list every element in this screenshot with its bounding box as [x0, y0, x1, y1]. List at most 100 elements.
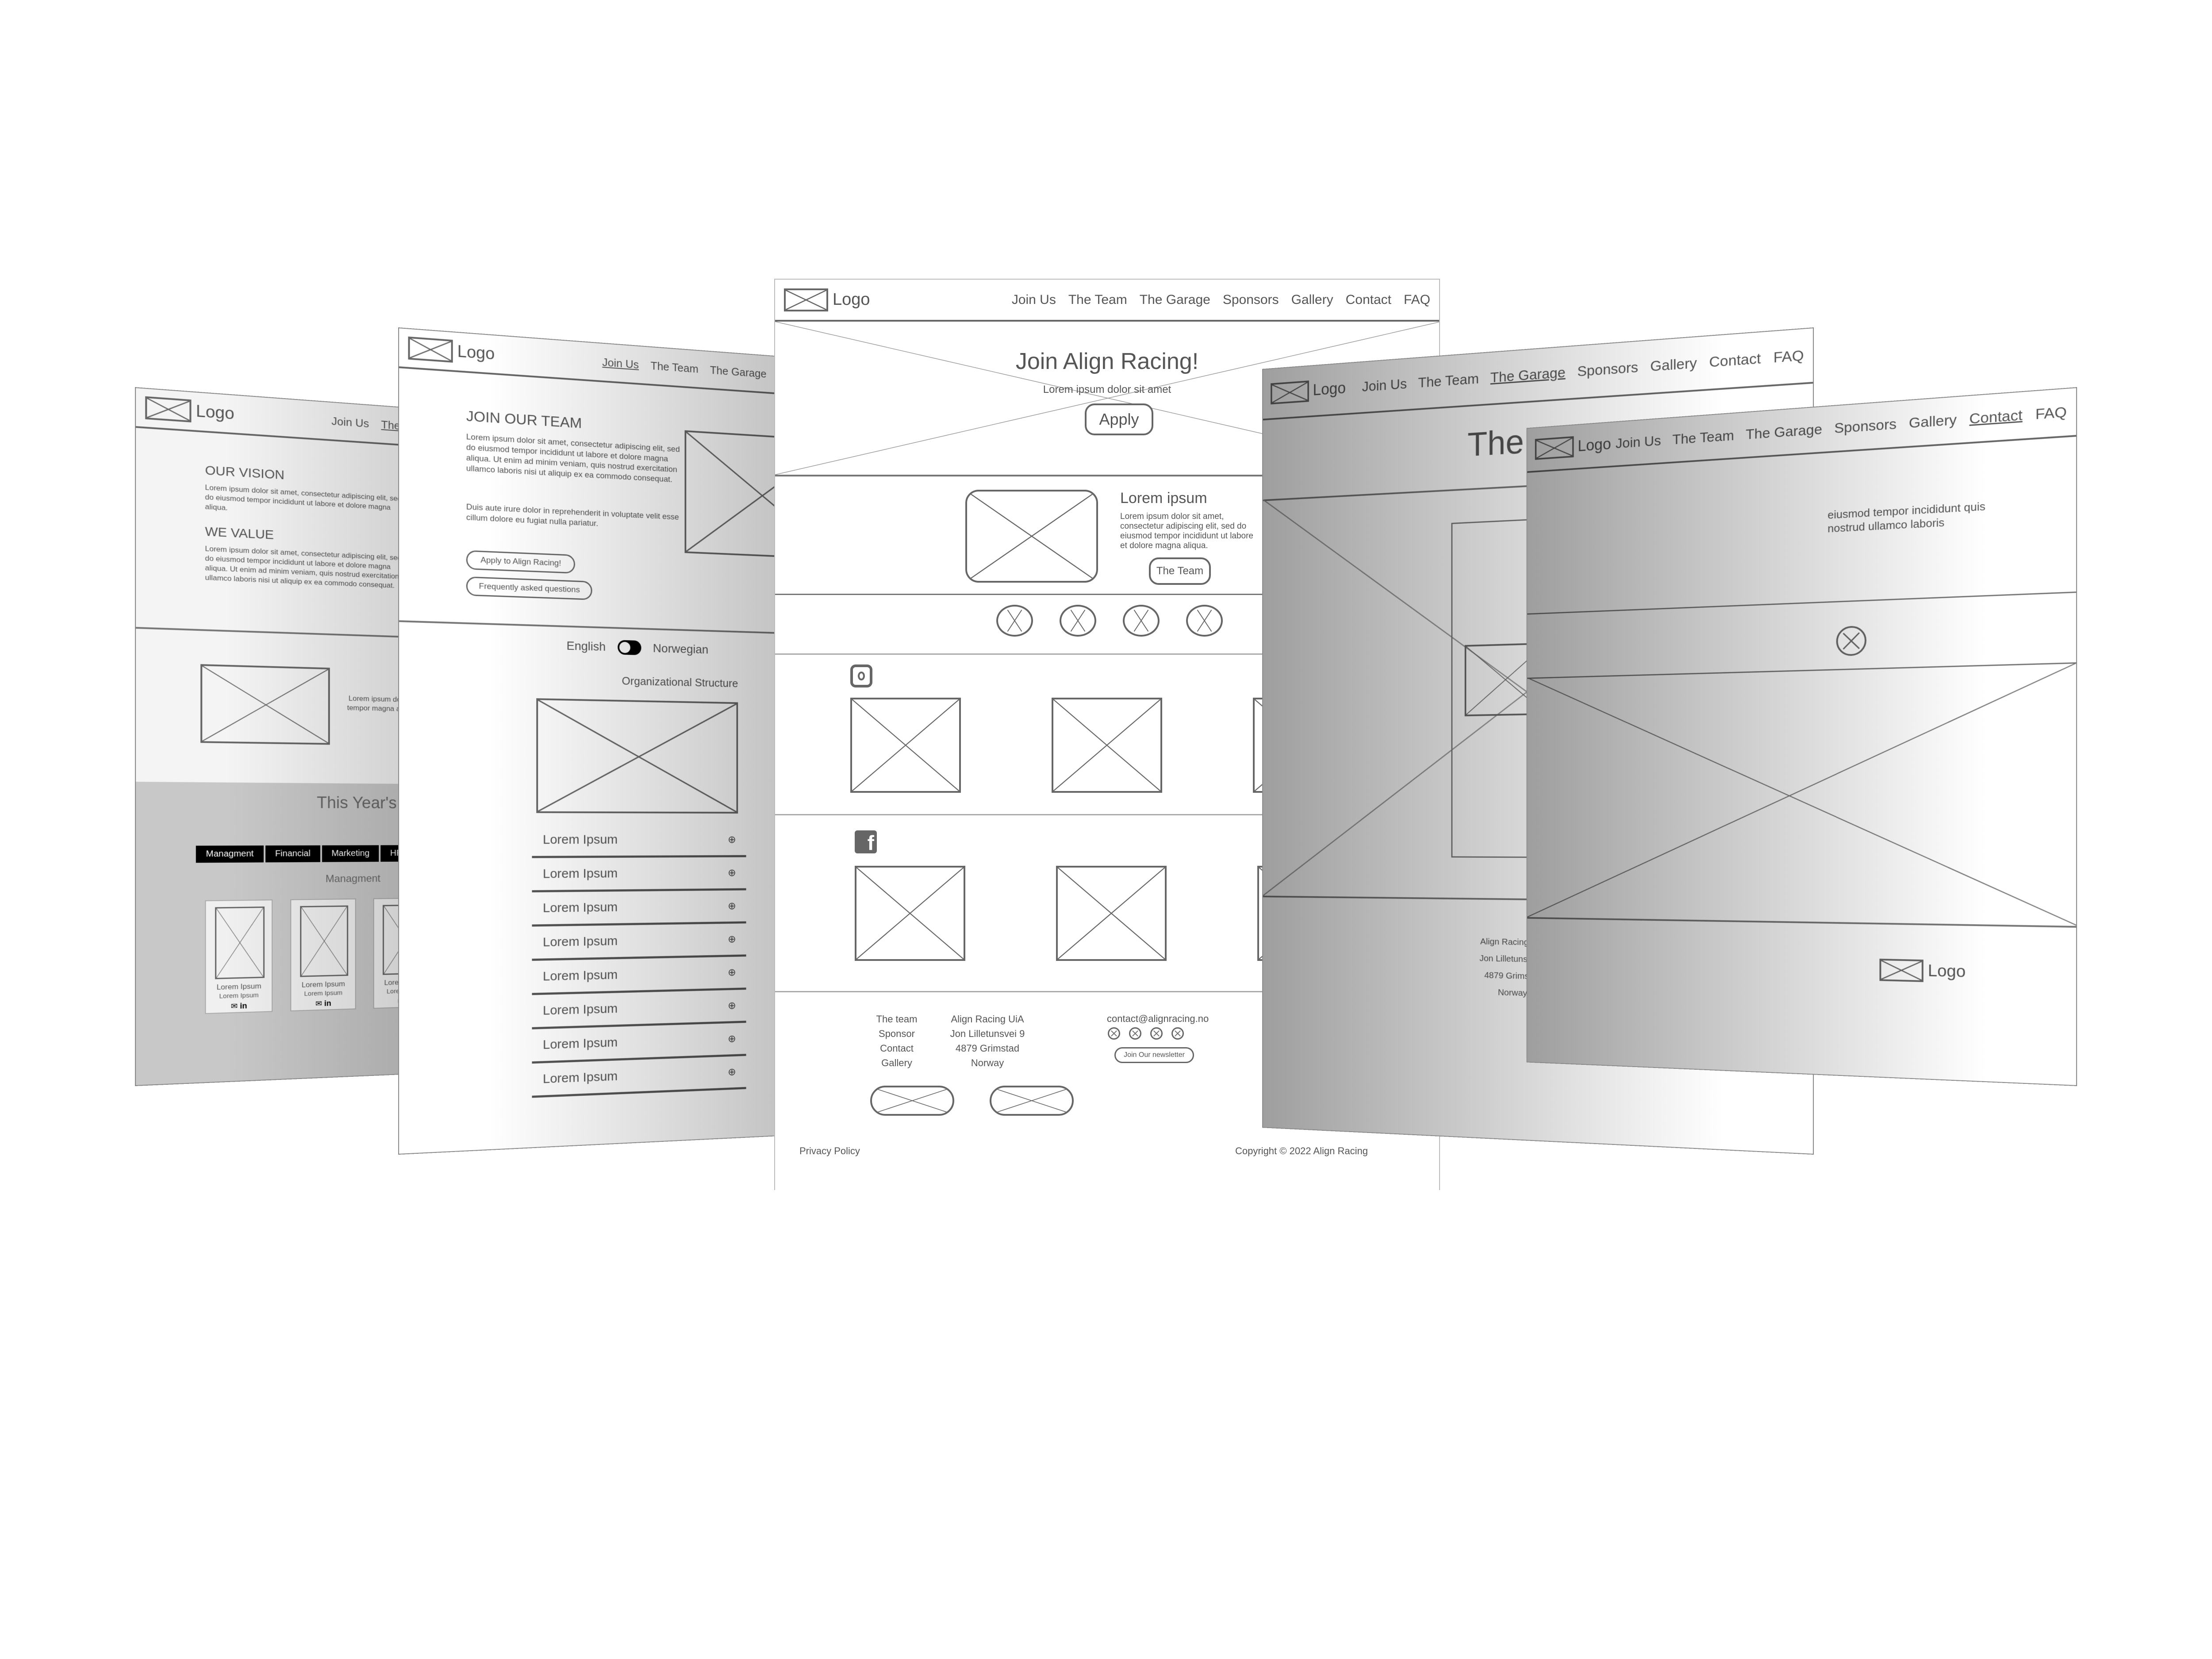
footer-email[interactable]: contact@alignracing.no	[1107, 1013, 1209, 1025]
accordion-item-label: Lorem Ipsum	[542, 1069, 618, 1087]
privacy-policy-link[interactable]: Privacy Policy	[799, 1145, 860, 1157]
nav-the-team[interactable]: The Team	[651, 359, 699, 376]
team-tabs: Managment Financial Marketing HR	[196, 845, 412, 863]
nav-join-us[interactable]: Join Us	[1362, 376, 1407, 396]
nav-gallery[interactable]: Gallery	[1291, 292, 1333, 307]
instagram-post-placeholder[interactable]	[1052, 698, 1162, 793]
panel-contact: Logo Join Us The Team The Garage Sponsors Ga…	[1526, 387, 2077, 1086]
tab-marketing[interactable]: Marketing	[322, 845, 379, 862]
accordion: Lorem Ipsum ⊕ Lorem Ipsum ⊕ Lorem Ipsum ⊕ Lore…	[532, 824, 746, 1098]
sponsor-logo-placeholder[interactable]	[1186, 605, 1223, 637]
nav-contact[interactable]: Contact	[1709, 350, 1761, 371]
faq-button[interactable]: Frequently asked questions	[466, 576, 592, 600]
language-toggle-row: English Norwegian	[567, 638, 709, 657]
nav-the-team[interactable]: The Team	[1418, 371, 1479, 392]
expand-plus-icon[interactable]: ⊕	[728, 1033, 736, 1045]
logo-label: Logo	[1578, 435, 1611, 455]
accordion-item[interactable]: Lorem Ipsum ⊕	[532, 923, 746, 961]
footer-link-the-team[interactable]: The team	[870, 1012, 923, 1026]
nav-gallery[interactable]: Gallery	[1909, 411, 1957, 432]
logo[interactable]: Logo	[784, 288, 870, 311]
footer-link-gallery[interactable]: Gallery	[870, 1056, 923, 1070]
language-toggle[interactable]	[618, 640, 641, 655]
contact-icon-placeholder	[1836, 625, 1866, 657]
nav-gallery[interactable]: Gallery	[1650, 355, 1697, 375]
logo[interactable]: Logo	[1271, 378, 1346, 404]
nav-faq[interactable]: FAQ	[2035, 403, 2067, 423]
footer-link-contact[interactable]: Contact	[870, 1041, 923, 1056]
facebook-post-placeholder[interactable]	[855, 866, 965, 961]
accordion-item[interactable]: Lorem Ipsum ⊕	[532, 1056, 746, 1098]
nav-the-team[interactable]: The Team	[1672, 427, 1734, 448]
expand-plus-icon[interactable]: ⊕	[728, 966, 736, 979]
apply-button[interactable]: Apply	[1085, 403, 1153, 435]
the-team-button[interactable]: The Team	[1149, 557, 1211, 585]
nav-join-us[interactable]: Join Us	[1012, 292, 1056, 307]
social-icon-placeholder[interactable]	[1150, 1027, 1163, 1040]
feature-text: Lorem ipsum dolor sit amet, consectetur …	[1120, 512, 1254, 550]
nav-the-garage[interactable]: The Garage	[1490, 365, 1566, 386]
accordion-item-label: Lorem Ipsum	[542, 1035, 618, 1052]
expand-plus-icon[interactable]: ⊕	[728, 833, 736, 846]
nav-join-us[interactable]: Join Us	[331, 414, 369, 430]
nav-faq[interactable]: FAQ	[1774, 347, 1804, 367]
expand-plus-icon[interactable]: ⊕	[728, 867, 736, 879]
accordion-item[interactable]: Lorem Ipsum ⊕	[532, 890, 746, 927]
accordion-item[interactable]: Lorem Ipsum ⊕	[532, 824, 746, 858]
logo-placeholder-icon	[1535, 436, 1574, 460]
linkedin-icon[interactable]: in	[240, 1002, 247, 1010]
partner-logo-placeholder	[870, 1086, 954, 1116]
logo[interactable]: Logo	[1535, 434, 1611, 460]
logo[interactable]: Logo	[145, 396, 234, 426]
nav-sponsors[interactable]: Sponsors	[1223, 292, 1279, 307]
partner-logo-placeholder	[990, 1086, 1074, 1116]
expand-plus-icon[interactable]: ⊕	[728, 999, 736, 1012]
linkedin-icon[interactable]: in	[324, 999, 331, 1008]
instagram-post-placeholder[interactable]	[850, 698, 961, 793]
accordion-item-label: Lorem Ipsum	[542, 933, 618, 949]
team-member-card: Lorem IpsumLorem Ipsum✉ in	[205, 899, 273, 1014]
logo[interactable]: Logo	[408, 336, 495, 366]
nav-sponsors[interactable]: Sponsors	[1834, 416, 1897, 437]
nav-contact[interactable]: Contact	[1346, 292, 1391, 307]
expand-plus-icon[interactable]: ⊕	[728, 1066, 736, 1078]
newsletter-button[interactable]: Join Our newsletter	[1114, 1047, 1194, 1063]
mockup-stage: Logo Join Us The Team The Garage Sponsors Ga…	[0, 0, 2212, 1659]
nav-the-garage[interactable]: The Garage	[1746, 421, 1822, 443]
expand-plus-icon[interactable]: ⊕	[728, 900, 736, 912]
member-photo-placeholder	[300, 905, 349, 977]
email-icon[interactable]: ✉	[315, 999, 322, 1008]
nav-contact[interactable]: Contact	[1969, 407, 2022, 427]
footer-link-sponsor[interactable]: Sponsor	[870, 1026, 923, 1041]
nav-links: Join Us The Team The Garage Sponsors Gallery…	[1012, 292, 1430, 307]
active-tab-heading: Managment	[325, 872, 380, 885]
accordion-item[interactable]: Lorem Ipsum ⊕	[532, 956, 746, 995]
nav-sponsors[interactable]: Sponsors	[1577, 359, 1638, 380]
join-para-1: Lorem ipsum dolor sit amet, consectetur …	[466, 432, 680, 484]
social-icon-placeholder[interactable]	[1171, 1027, 1184, 1040]
footer-logo[interactable]: Logo	[1879, 958, 1966, 983]
sponsor-logo-placeholder[interactable]	[996, 605, 1033, 637]
apply-to-align-racing-button[interactable]: Apply to Align Racing!	[466, 550, 575, 574]
facebook-post-placeholder[interactable]	[1056, 866, 1167, 961]
sponsor-logo-placeholder[interactable]	[1123, 605, 1160, 637]
email-icon[interactable]: ✉	[231, 1002, 238, 1010]
social-icon-placeholder[interactable]	[1129, 1027, 1141, 1040]
sponsor-logo-placeholder[interactable]	[1060, 605, 1096, 637]
nav-join-us[interactable]: Join Us	[602, 355, 639, 371]
nav-the-team[interactable]: The Team	[1068, 292, 1127, 307]
nav-the-garage[interactable]: The Garage	[1140, 292, 1210, 307]
nav-join-us[interactable]: Join Us	[1616, 433, 1661, 452]
instagram-icon[interactable]	[850, 664, 872, 687]
accordion-item-label: Lorem Ipsum	[542, 968, 618, 984]
social-icon-placeholder[interactable]	[1108, 1027, 1120, 1040]
nav-the-garage[interactable]: The Garage	[710, 363, 767, 380]
map-placeholder	[1527, 662, 2077, 928]
expand-plus-icon[interactable]: ⊕	[728, 933, 736, 945]
tab-managment[interactable]: Managment	[196, 845, 264, 863]
logo-placeholder-icon	[408, 336, 453, 363]
nav-faq[interactable]: FAQ	[1404, 292, 1430, 307]
tab-financial[interactable]: Financial	[265, 845, 320, 863]
facebook-icon[interactable]: f	[855, 830, 877, 854]
accordion-item[interactable]: Lorem Ipsum ⊕	[532, 857, 746, 893]
